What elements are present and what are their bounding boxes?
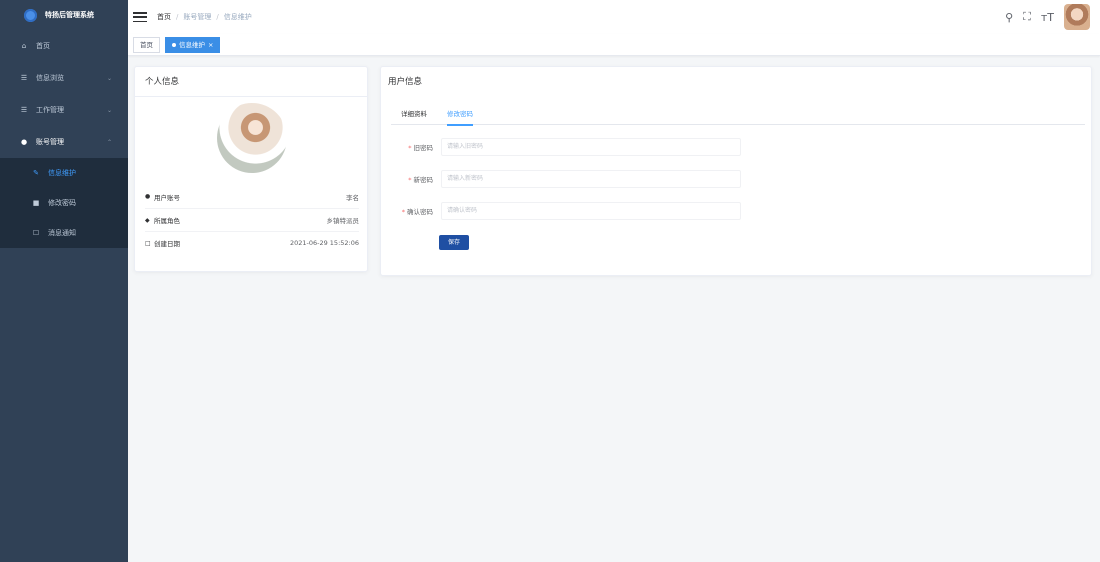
edit-icon: ✎	[33, 169, 39, 177]
hamburger-icon[interactable]	[133, 11, 147, 23]
fullscreen-icon[interactable]: ⛶	[1023, 10, 1031, 24]
user-info-tabs: 详细资料 修改密码	[391, 103, 1085, 126]
sidebar-item-info-browse[interactable]: ☰ 信息浏览 ⌄	[0, 62, 128, 94]
user-info-card: 用户信息 详细资料 修改密码 * 旧密码 请输入旧密码 * 新密码 请输入新密码 *…	[380, 66, 1092, 276]
date-icon: □	[145, 239, 151, 247]
sidebar-item-change-password[interactable]: ■ 修改密码	[0, 188, 128, 218]
peoples-icon: ◆	[145, 216, 150, 224]
form-row-new: * 新密码 请输入新密码	[391, 163, 741, 195]
logo-icon	[24, 8, 37, 22]
change-password-form: * 旧密码 请输入旧密码 * 新密码 请输入新密码 * 确认密码 请确认密码	[391, 131, 741, 227]
old-password-input[interactable]: 请输入旧密码	[441, 138, 741, 156]
chevron-down-icon: ⌄	[106, 74, 112, 82]
tab-change-password[interactable]: 修改密码	[437, 103, 483, 126]
profile-card: 个人信息 ● 用户账号 李名 ◆ 所属角色 乡镇特派员 □ 创建日期 2021-06-…	[134, 66, 368, 272]
font-size-icon[interactable]: тT	[1041, 11, 1054, 24]
form-row-old: * 旧密码 请输入旧密码	[391, 131, 741, 163]
sidebar-item-work-manage[interactable]: ☰ 工作管理 ⌄	[0, 94, 128, 126]
profile-info-list: ● 用户账号 李名 ◆ 所属角色 乡镇特派员 □ 创建日期 2021-06-29 15…	[145, 185, 359, 254]
chevron-down-icon: ⌄	[106, 106, 112, 114]
profile-avatar	[217, 103, 287, 173]
chevron-up-icon: ⌃	[106, 138, 112, 146]
user-icon: ●	[20, 138, 28, 146]
sidebar-item-account-manage[interactable]: ● 账号管理 ⌃	[0, 126, 128, 158]
tags-view: 首页 信息维护 ×	[128, 34, 1100, 56]
info-row-created: □ 创建日期 2021-06-29 15:52:06	[145, 231, 359, 254]
navbar-tools: ⚲ ⛶ тT	[1005, 4, 1090, 30]
save-button[interactable]: 保存	[439, 235, 469, 250]
close-icon[interactable]: ×	[208, 41, 213, 49]
tag-home[interactable]: 首页	[133, 36, 160, 53]
profile-card-title: 个人信息	[135, 67, 367, 97]
sidebar-item-home[interactable]: ⌂ 首页	[0, 30, 128, 62]
message-icon: ☐	[32, 229, 40, 237]
user-icon: ●	[145, 193, 151, 200]
account-submenu: ✎ 信息维护 ■ 修改密码 ☐ 消息通知	[0, 158, 128, 248]
lock-icon: ■	[32, 199, 40, 207]
avatar[interactable]	[1064, 4, 1090, 30]
confirm-password-input[interactable]: 请确认密码	[441, 202, 741, 220]
menu-icon: ☰	[20, 106, 28, 114]
sidebar: 特扬后管理系统 ⌂ 首页 ☰ 信息浏览 ⌄ ☰ 工作管理 ⌄ ● 账号管理 ⌃ …	[0, 0, 128, 562]
tag-info-maintain[interactable]: 信息维护 ×	[165, 36, 221, 53]
app-title: 特扬后管理系统	[45, 11, 94, 19]
breadcrumb-separator: /	[216, 13, 219, 21]
sidebar-item-notifications[interactable]: ☐ 消息通知	[0, 218, 128, 248]
user-info-title: 用户信息	[388, 77, 423, 87]
info-row-role: ◆ 所属角色 乡镇特派员	[145, 208, 359, 231]
app-logo: 特扬后管理系统	[0, 0, 128, 30]
breadcrumb-home[interactable]: 首页	[157, 12, 171, 22]
info-row-account: ● 用户账号 李名	[145, 193, 359, 202]
tab-details[interactable]: 详细资料	[391, 103, 437, 125]
top-navbar: 首页 / 账号管理 / 信息维护 ⚲ ⛶ тT	[128, 0, 1100, 34]
menu-icon: ☰	[20, 74, 28, 82]
home-icon: ⌂	[21, 42, 27, 50]
breadcrumb-level2: 信息维护	[223, 13, 252, 21]
sidebar-item-info-maintain[interactable]: ✎ 信息维护	[0, 158, 128, 188]
new-password-input[interactable]: 请输入新密码	[441, 170, 741, 188]
breadcrumb: 首页 / 账号管理 / 信息维护	[157, 12, 252, 22]
breadcrumb-level1: 账号管理	[183, 13, 212, 21]
breadcrumb-separator: /	[176, 13, 179, 21]
form-row-confirm: * 确认密码 请确认密码	[391, 195, 741, 227]
active-dot-icon	[172, 42, 176, 47]
search-icon[interactable]: ⚲	[1005, 11, 1013, 24]
